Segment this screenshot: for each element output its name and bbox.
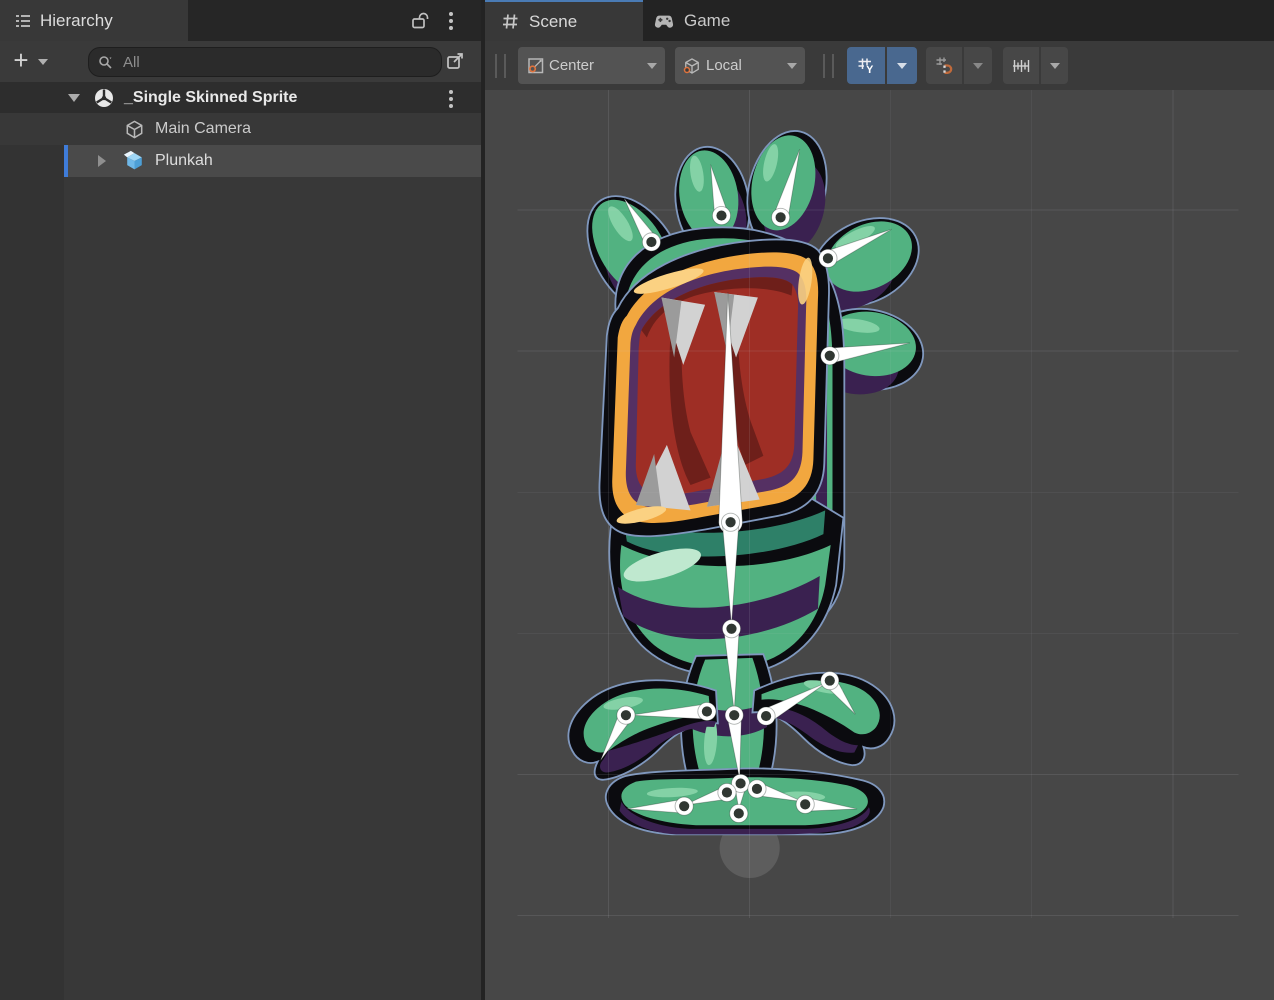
rotation-mode-label: Local bbox=[706, 57, 742, 74]
snap-increment-dropdown[interactable] bbox=[1041, 47, 1068, 84]
hierarchy-item-main-camera[interactable]: Main Camera bbox=[0, 113, 481, 145]
toolbar-drag-handle[interactable] bbox=[495, 54, 506, 78]
grid-visibility-toggle[interactable]: Y bbox=[847, 47, 885, 84]
scene-name-label: _Single Skinned Sprite bbox=[124, 89, 297, 107]
grid-axis-y-icon: Y bbox=[856, 56, 876, 76]
grid-settings-dropdown[interactable] bbox=[887, 47, 917, 84]
scene-more-menu-icon[interactable] bbox=[449, 90, 453, 108]
hierarchy-toolbar: + bbox=[0, 41, 481, 82]
scene-tab-label: Scene bbox=[529, 12, 577, 32]
unlock-icon[interactable] bbox=[410, 10, 430, 36]
scene-toolbar: Center Local Y bbox=[485, 41, 1274, 90]
create-object-button[interactable]: + bbox=[8, 45, 34, 77]
chevron-down-icon bbox=[787, 63, 797, 69]
foldout-collapsed-icon[interactable] bbox=[98, 155, 106, 167]
bone-joint-center bbox=[761, 711, 771, 721]
tab-hierarchy[interactable]: Hierarchy bbox=[0, 0, 188, 41]
bone-joint-center bbox=[734, 808, 744, 818]
hierarchy-more-menu-icon[interactable] bbox=[449, 12, 453, 30]
hierarchy-search-field[interactable] bbox=[88, 47, 442, 77]
unity-scene-icon bbox=[92, 86, 116, 115]
pivot-center-icon bbox=[526, 56, 545, 75]
bone-joint-center bbox=[716, 210, 726, 220]
search-icon bbox=[97, 53, 115, 71]
pivot-mode-button[interactable]: Center bbox=[518, 47, 665, 84]
bone-joint-center bbox=[702, 706, 712, 716]
chevron-down-icon bbox=[897, 63, 907, 69]
bone-joint-center bbox=[729, 710, 739, 720]
bone-joint-center bbox=[825, 351, 835, 361]
ruler-ticks-icon bbox=[1010, 56, 1032, 76]
bone-joint-center bbox=[800, 799, 810, 809]
hierarchy-left-gutter bbox=[0, 82, 64, 1000]
grid-snapping-toggle[interactable] bbox=[926, 47, 962, 84]
pivot-mode-label: Center bbox=[549, 57, 594, 74]
local-axes-cube-icon bbox=[682, 56, 702, 76]
game-tab-label: Game bbox=[684, 11, 730, 31]
hierarchy-panel: Hierarchy + bbox=[0, 0, 481, 1000]
scene-canvas[interactable] bbox=[485, 90, 1274, 1000]
scene-viewport[interactable] bbox=[485, 90, 1274, 1000]
snap-increment-button[interactable] bbox=[1003, 47, 1039, 84]
bone-joint-center bbox=[621, 710, 631, 720]
svg-text:Y: Y bbox=[866, 64, 874, 76]
hierarchy-tab-strip: Hierarchy bbox=[0, 0, 481, 41]
bone-joint-center bbox=[735, 778, 745, 788]
bone-joint-center bbox=[722, 787, 732, 797]
scene-grid-icon bbox=[501, 12, 520, 31]
bone-joint-center bbox=[646, 237, 656, 247]
rotation-mode-button[interactable]: Local bbox=[675, 47, 805, 84]
chevron-down-icon bbox=[1050, 63, 1060, 69]
hierarchy-list-icon bbox=[14, 12, 32, 30]
open-search-window-icon[interactable] bbox=[444, 50, 466, 77]
search-input[interactable] bbox=[121, 53, 405, 72]
create-object-dropdown-icon[interactable] bbox=[38, 59, 48, 65]
bone-joint-center bbox=[726, 624, 736, 634]
toolbar-drag-handle[interactable] bbox=[823, 54, 834, 78]
bone-joint-center bbox=[825, 675, 835, 685]
snap-settings-dropdown[interactable] bbox=[964, 47, 992, 84]
bone-joint-center bbox=[752, 784, 762, 794]
bone-joint-center bbox=[776, 212, 786, 222]
item-label: Plunkah bbox=[155, 152, 213, 170]
tab-scene[interactable]: Scene bbox=[485, 0, 643, 41]
bone-joint-center bbox=[725, 517, 735, 527]
gamepad-icon bbox=[651, 11, 677, 31]
scene-header-row[interactable]: _Single Skinned Sprite bbox=[0, 82, 481, 113]
hierarchy-item-plunkah[interactable]: Plunkah bbox=[0, 145, 481, 177]
item-label: Main Camera bbox=[155, 120, 251, 138]
bone-joint-center bbox=[679, 801, 689, 811]
tab-game[interactable]: Game bbox=[651, 0, 781, 41]
prefab-box-icon bbox=[122, 149, 147, 179]
foldout-expanded-icon[interactable] bbox=[68, 94, 80, 102]
unity-editor-window: Hierarchy + bbox=[0, 0, 1274, 1000]
gameobject-cube-icon bbox=[123, 118, 146, 146]
bone-joint-center bbox=[823, 253, 833, 263]
scene-tab-strip: Scene Game bbox=[485, 0, 1274, 41]
grid-snap-magnet-icon bbox=[934, 55, 955, 76]
chevron-down-icon bbox=[647, 63, 657, 69]
chevron-down-icon bbox=[973, 63, 983, 69]
hierarchy-tab-label: Hierarchy bbox=[40, 11, 113, 31]
scene-panel: Scene Game bbox=[481, 0, 1274, 1000]
